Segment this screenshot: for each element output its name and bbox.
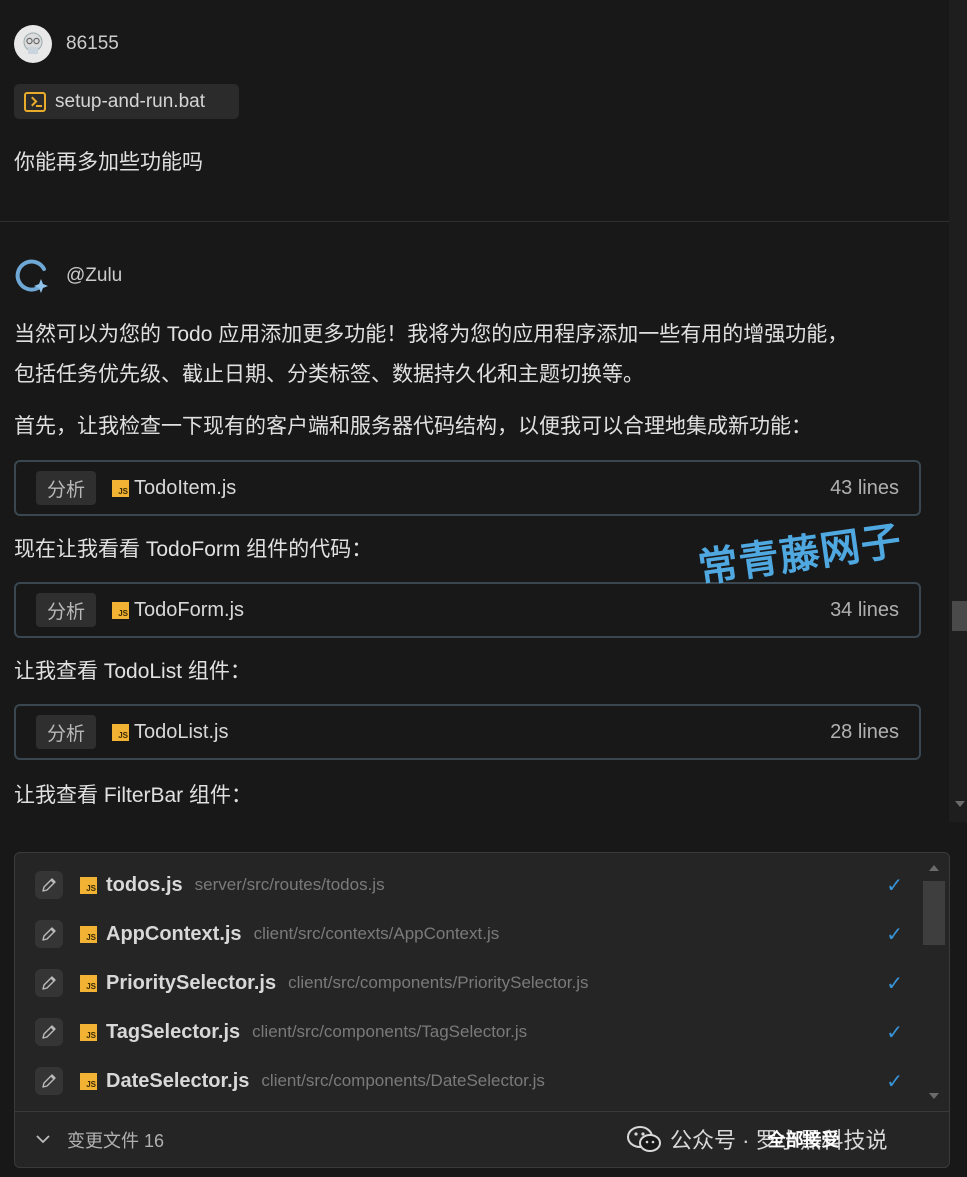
line-count: 28 lines (830, 720, 899, 743)
pencil-icon[interactable] (35, 1018, 63, 1046)
tool-file-name[interactable]: TodoItem.js (134, 477, 236, 500)
changed-file-row[interactable]: JS TagSelector.js client/src/components/… (35, 1012, 925, 1052)
changed-file-row[interactable]: JS todos.js server/src/routes/todos.js ✓ (35, 865, 925, 905)
wechat-watermark: 公众号 · 罗小黑科技说 全部接受 (626, 1122, 888, 1156)
user-message-text: 你能再多加些功能吗 (14, 151, 203, 174)
js-file-icon: JS (112, 723, 129, 741)
changed-files-count: 变更文件 16 (67, 1131, 165, 1151)
line-count: 34 lines (830, 598, 899, 621)
panel-divider (15, 1111, 949, 1112)
file-name[interactable]: AppContext.js (106, 923, 242, 946)
file-path: client/src/components/PrioritySelector.j… (288, 973, 589, 992)
file-name[interactable]: PrioritySelector.js (106, 972, 276, 995)
tool-file-name[interactable]: TodoList.js (134, 721, 229, 744)
panel-scroll-up-icon[interactable] (929, 865, 939, 871)
js-file-icon: JS (80, 925, 97, 943)
file-name[interactable]: DateSelector.js (106, 1070, 249, 1093)
paragraph-line: 包括任务优先级、截止日期、分类标签、数据持久化和主题切换等。 (14, 363, 644, 386)
panel-scroll-down-icon[interactable] (929, 1093, 939, 1099)
chat-scrollbar[interactable] (949, 0, 967, 822)
js-file-icon: JS (112, 479, 129, 497)
paragraph-line: 当然可以为您的 Todo 应用添加更多功能！我将为您的应用程序添加一些有用的增强… (14, 323, 849, 346)
scroll-down-arrow-icon[interactable] (955, 801, 965, 807)
attachment-chip[interactable]: setup-and-run.bat (14, 84, 239, 119)
chevron-down-icon[interactable] (35, 1131, 51, 1149)
assistant-paragraph: 让我查看 TodoList 组件： (14, 660, 251, 683)
analyze-tag: 分析 (36, 593, 96, 627)
changed-file-row[interactable]: JS AppContext.js client/src/contexts/App… (35, 914, 925, 954)
js-file-icon: JS (80, 876, 97, 894)
chat-area: 86155 setup-and-run.bat 你能再多加些功能吗 @Zulu … (0, 0, 949, 822)
wechat-icon (627, 1126, 661, 1152)
user-avatar (14, 25, 52, 63)
tool-file-name[interactable]: TodoForm.js (134, 599, 244, 622)
panel-scrollbar-thumb[interactable] (923, 881, 945, 945)
terminal-icon (24, 91, 46, 112)
changed-file-row[interactable]: JS DateSelector.js client/src/components… (35, 1061, 925, 1101)
file-name[interactable]: TagSelector.js (106, 1021, 240, 1044)
assistant-paragraph: 当然可以为您的 Todo 应用添加更多功能！我将为您的应用程序添加一些有用的增强… (14, 315, 944, 395)
tool-call-card[interactable]: 分析 JS TodoForm.js 34 lines (14, 582, 921, 638)
file-path: server/src/routes/todos.js (194, 875, 385, 894)
check-icon: ✓ (886, 1021, 903, 1044)
accept-all-button[interactable]: 全部接受 (768, 1126, 840, 1152)
file-path: client/src/components/TagSelector.js (252, 1022, 528, 1041)
analyze-tag: 分析 (36, 715, 96, 749)
assistant-paragraph: 让我查看 FilterBar 组件： (14, 784, 253, 807)
username: 86155 (66, 33, 119, 54)
tool-call-card[interactable]: 分析 JS TodoItem.js 43 lines (14, 460, 921, 516)
analyze-tag: 分析 (36, 471, 96, 505)
pencil-icon[interactable] (35, 969, 63, 997)
file-path: client/src/contexts/AppContext.js (253, 924, 500, 943)
js-file-icon: JS (80, 1023, 97, 1041)
pencil-icon[interactable] (35, 920, 63, 948)
agent-logo-icon (14, 257, 52, 295)
check-icon: ✓ (886, 972, 903, 995)
agent-name: @Zulu (66, 265, 123, 286)
file-name[interactable]: todos.js (106, 874, 183, 897)
pencil-icon[interactable] (35, 1067, 63, 1095)
check-icon: ✓ (886, 1070, 903, 1093)
js-file-icon: JS (80, 1072, 97, 1090)
pencil-icon[interactable] (35, 871, 63, 899)
file-path: client/src/components/DateSelector.js (261, 1071, 545, 1090)
tool-call-card[interactable]: 分析 JS TodoList.js 28 lines (14, 704, 921, 760)
assistant-paragraph: 首先，让我检查一下现有的客户端和服务器代码结构，以便我可以合理地集成新功能： (14, 415, 812, 438)
check-icon: ✓ (886, 923, 903, 946)
line-count: 43 lines (830, 476, 899, 499)
js-file-icon: JS (112, 601, 129, 619)
attachment-label: setup-and-run.bat (55, 90, 205, 112)
changed-files-toggle[interactable]: 变更文件 16 (35, 1125, 164, 1155)
changed-file-row[interactable]: JS PrioritySelector.js client/src/compon… (35, 963, 925, 1003)
changed-files-panel: JS todos.js server/src/routes/todos.js ✓… (14, 852, 950, 1168)
js-file-icon: JS (80, 974, 97, 992)
check-icon: ✓ (886, 874, 903, 897)
chat-scrollbar-thumb[interactable] (952, 601, 967, 631)
message-divider (0, 221, 949, 222)
